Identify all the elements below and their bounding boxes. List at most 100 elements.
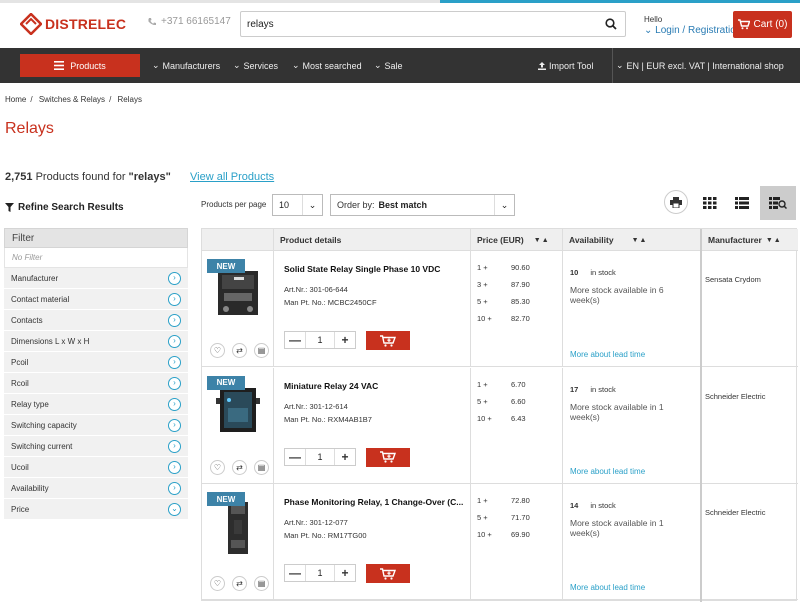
compare-icon[interactable]: ⇄ [232,459,247,475]
product-name[interactable]: Phase Monitoring Relay, 1 Change-Over (C… [284,497,472,507]
minus-button[interactable]: — [285,332,305,348]
quantity-value[interactable]: 1 [305,565,335,581]
header-availability[interactable]: Availability ▼▲ [562,229,700,251]
facet-item[interactable]: Switching current › [4,436,188,457]
datasheet-icon[interactable]: ▤ [254,459,269,475]
product-image-cell: NEW ♡ ⇄ ▤ [202,251,274,367]
logo[interactable]: DISTRELEC [20,12,126,36]
product-image[interactable] [214,267,262,321]
sort-arrows-icon[interactable]: ▼▲ [766,237,782,244]
quantity-value[interactable]: 1 [305,448,335,465]
plus-button[interactable]: + [335,565,355,581]
breadcrumb: Home / Switches & Relays / Relays [5,95,146,104]
chevron-right-icon[interactable]: › [168,397,181,411]
facet-item[interactable]: Dimensions L x W x H › [4,331,188,352]
chevron-right-icon[interactable]: › [168,292,181,306]
login-link[interactable]: ⌄ Login / Registration [644,25,741,36]
lead-time-link[interactable]: More about lead time [570,583,645,592]
chevron-down-icon: ⌄ [644,25,653,36]
chevron-right-icon[interactable]: › [168,418,181,432]
chevron-right-icon[interactable]: › [168,481,181,495]
product-name[interactable]: Miniature Relay 24 VAC [284,381,472,391]
print-button[interactable] [664,190,688,214]
cart-add-icon [380,567,396,580]
per-page-select[interactable]: 10 ⌄ [272,194,323,216]
compare-icon[interactable]: ⇄ [232,576,247,591]
header-price[interactable]: Price (EUR) ▼▲ [470,229,562,251]
quantity-stepper[interactable]: —1 + [284,331,356,349]
breadcrumb-switches-relays[interactable]: Switches & Relays [39,95,105,104]
cell-divider [470,367,471,484]
datasheet-icon[interactable]: ▤ [254,343,269,358]
sort-arrows-icon[interactable]: ▼▲ [632,237,648,244]
facet-item[interactable]: Pcoil › [4,352,188,373]
price-break-value: 6.43 [511,413,526,423]
facet-item[interactable]: Ucoil › [4,457,188,478]
search-bar[interactable] [240,11,626,37]
search-input[interactable] [241,12,597,36]
plus-button[interactable]: + [335,449,355,465]
facet-item[interactable]: Availability › [4,478,188,499]
cart-button[interactable]: Cart (0) [733,11,792,38]
order-by-select[interactable]: Order by: Best match ⌄ [330,194,515,216]
locale-selector[interactable]: ⌄ EN | EUR excl. VAT | International shop [616,48,784,83]
table-row: NEW ♡ ⇄ ▤ Miniature Relay 24 VAC Art.Nr.: 301… [202,367,798,484]
detail-view-button[interactable] [760,186,796,220]
price-break-qty: 5 + [477,297,488,306]
plus-button[interactable]: + [335,332,355,348]
datasheet-icon[interactable]: ▤ [254,576,269,591]
breadcrumb-separator: / [30,95,33,104]
chevron-right-icon[interactable]: › [168,313,181,327]
facet-item[interactable]: Contact material › [4,289,188,310]
grid-view-button[interactable] [698,191,722,215]
facet-label: Dimensions L x W x H [11,336,90,346]
add-to-cart-button[interactable] [366,331,410,350]
minus-button[interactable]: — [285,449,305,465]
product-table: Product details Price (EUR) ▼▲ Availabili… [201,228,798,602]
chevron-right-icon[interactable]: › [168,355,181,369]
chevron-right-icon[interactable]: › [168,439,181,453]
nav-item-most-searched[interactable]: ⌄ Most searched [292,48,362,83]
chevron-right-icon[interactable]: › [168,271,181,285]
quantity-value[interactable]: 1 [305,332,335,348]
facet-item[interactable]: Price ⌄ [4,499,188,520]
quantity-stepper[interactable]: —1 + [284,447,356,466]
sort-arrows-icon[interactable]: ▼▲ [534,237,550,244]
header-manufacturer[interactable]: Manufacturer ▼▲ [700,229,797,251]
price-break-value: 85.30 [511,297,530,306]
product-name[interactable]: Solid State Relay Single Phase 10 VDC [284,264,472,274]
compare-icon[interactable]: ⇄ [232,343,247,358]
facet-item[interactable]: Rcoil › [4,373,188,394]
heart-icon[interactable]: ♡ [210,343,225,358]
facet-item[interactable]: Manufacturer › [4,268,188,289]
filter-panel: Filter No Filter Manufacturer › Contact ma… [4,228,188,520]
add-to-cart-button[interactable] [366,564,410,583]
heart-icon[interactable]: ♡ [210,576,225,591]
search-button[interactable] [597,12,625,36]
facet-item[interactable]: Contacts › [4,310,188,331]
nav-item-manufacturers[interactable]: ⌄ Manufacturers [152,48,220,83]
nav-item-sale[interactable]: ⌄ Sale [374,48,403,83]
breadcrumb-home[interactable]: Home [5,95,26,104]
phone-number[interactable]: +371 66165147 [147,16,231,27]
product-image[interactable] [214,384,262,438]
products-menu-button[interactable]: Products [20,54,140,77]
heart-icon[interactable]: ♡ [210,459,225,475]
quantity-stepper[interactable]: —1 + [284,564,356,582]
chevron-down-icon[interactable]: ⌄ [168,502,181,516]
facet-item[interactable]: Relay type › [4,394,188,415]
minus-button[interactable]: — [285,565,305,581]
chevron-right-icon[interactable]: › [168,376,181,390]
lead-time-link[interactable]: More about lead time [570,467,645,476]
nav-item-services[interactable]: ⌄ Services [233,48,278,83]
lead-time-link[interactable]: More about lead time [570,350,645,359]
add-to-cart-button[interactable] [366,447,410,467]
list-view-button[interactable] [730,191,754,215]
product-image[interactable] [214,500,262,558]
chevron-right-icon[interactable]: › [168,460,181,474]
chevron-right-icon[interactable]: › [168,334,181,348]
import-tool-link[interactable]: Import Tool [538,48,593,83]
view-all-products-link[interactable]: View all Products [190,171,274,183]
facet-item[interactable]: Switching capacity › [4,415,188,436]
login-area[interactable]: Hello ⌄ Login / Registration [644,14,741,36]
